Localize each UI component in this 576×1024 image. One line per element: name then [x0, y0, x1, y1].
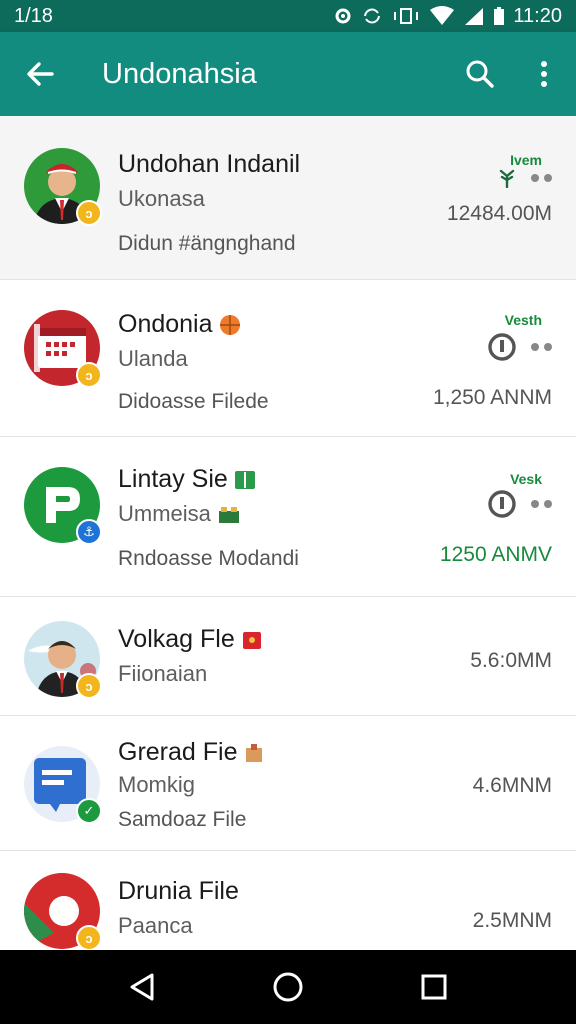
status-badge: ⚓ — [76, 519, 102, 545]
avatar: ✓ — [24, 746, 102, 824]
item-size: 12484.00M — [446, 202, 552, 225]
wifi-icon — [430, 6, 455, 25]
item-size: 2.5MNM — [472, 909, 552, 932]
status-icons: 11:20 — [333, 5, 562, 28]
avatar: ↄ — [24, 873, 102, 951]
box-icon — [246, 743, 263, 762]
status-badge: ↄ — [76, 673, 102, 699]
item-subtitle: Ulanda — [118, 346, 188, 371]
triangle-back-icon[interactable] — [128, 972, 156, 1002]
item-tag: Vesk — [510, 471, 542, 487]
page-title: Undonahsia — [102, 57, 257, 90]
status-badge: ↄ — [76, 362, 102, 388]
avatar: ⚓ — [24, 467, 102, 545]
circle-home-icon[interactable] — [272, 971, 304, 1003]
status-badge: ✓ — [76, 798, 102, 824]
item-meta: Samdoaz File — [118, 808, 247, 831]
list-item[interactable]: ✓ Grerad Fie Momkig Samdoaz File 4.6MNM — [0, 716, 576, 851]
avatar: ↄ — [24, 148, 102, 226]
file-list: ↄ Undohan Indanil Ukonasa Didun #ängngha… — [0, 116, 576, 951]
item-actions — [497, 168, 552, 188]
item-name: Drunia File — [118, 877, 239, 905]
item-actions — [487, 489, 552, 519]
status-time-left: 1/18 — [14, 4, 53, 27]
back-button[interactable] — [0, 32, 80, 116]
red-envelope-icon — [242, 631, 261, 649]
more-dots-icon[interactable] — [531, 500, 552, 508]
vibrate-icon — [394, 8, 419, 24]
status-bar: 1/18 11:20 — [0, 0, 576, 32]
item-name: Ondonia — [118, 310, 241, 339]
more-dots-icon[interactable] — [531, 343, 552, 351]
item-name-text: Grerad Fie — [118, 738, 238, 766]
item-size: 4.6MNM — [472, 774, 552, 797]
gift-icon — [218, 507, 239, 523]
more-vert-icon — [541, 61, 547, 87]
item-name: Volkag Fle — [118, 625, 263, 654]
list-item[interactable]: ↄ Undohan Indanil Ukonasa Didun #ängngha… — [0, 116, 576, 280]
item-meta: Didoasse Filede — [118, 390, 269, 413]
settings-icon — [335, 8, 351, 24]
item-subtitle: Ummeisa — [118, 501, 241, 527]
item-size: 1,250 ANNM — [432, 386, 552, 409]
list-item[interactable]: ↄ Volkag Fle Fiionaian 5.6:0MM — [0, 597, 576, 716]
item-subtitle: Paanca — [118, 913, 193, 938]
list-item[interactable]: ↄ Drunia File Paanca 2.5MNM — [0, 851, 576, 951]
item-name: Lintay Sie — [118, 465, 256, 494]
item-name-text: Lintay Sie — [118, 465, 228, 493]
app-bar: Undonahsia — [0, 32, 576, 116]
item-actions — [487, 332, 552, 362]
more-options-button[interactable] — [512, 32, 576, 116]
item-tag: Ivem — [510, 152, 542, 168]
info-circle-icon[interactable] — [487, 332, 517, 362]
item-size: 5.6:0MM — [470, 649, 552, 672]
plant-icon[interactable] — [497, 168, 517, 188]
navigation-bar — [0, 950, 576, 1024]
status-badge: ↄ — [76, 200, 102, 226]
item-name: Grerad Fie — [118, 738, 265, 767]
basketball-icon — [219, 314, 240, 335]
list-item[interactable]: ↄ Ondonia Ulanda Didoasse Filede Vesth 1… — [0, 280, 576, 437]
status-badge: ↄ — [76, 925, 102, 951]
battery-icon — [494, 7, 505, 25]
signal-icon — [465, 8, 484, 25]
item-subtitle-text: Ummeisa — [118, 501, 211, 526]
avatar: ↄ — [24, 310, 102, 388]
search-icon — [466, 60, 494, 88]
item-subtitle: Momkig — [118, 772, 196, 797]
item-name-text: Ondonia — [118, 310, 213, 338]
avatar: ↄ — [24, 621, 102, 699]
item-name: Undohan Indanil — [118, 150, 300, 179]
item-subtitle: Ukonasa — [118, 186, 205, 211]
item-meta: Rndoasse Modandi — [118, 547, 299, 570]
item-name-text: Undohan Indanil — [118, 150, 301, 178]
more-dots-icon[interactable] — [531, 174, 552, 182]
sync-icon — [364, 8, 381, 24]
list-item[interactable]: ⚓ Lintay Sie Ummeisa Rndoasse Modandi Ve… — [0, 437, 576, 597]
item-meta: Didun #ängnghand — [118, 232, 296, 255]
book-icon — [234, 470, 255, 489]
square-recents-icon[interactable] — [420, 973, 448, 1001]
item-name-text: Volkag Fle — [118, 625, 235, 653]
search-button[interactable] — [448, 32, 512, 116]
item-tag: Vesth — [504, 312, 542, 328]
item-size: 1250 ANMV — [439, 543, 552, 566]
info-circle-icon[interactable] — [487, 489, 517, 519]
arrow-left-icon — [27, 62, 54, 86]
item-subtitle: Fiionaian — [118, 661, 208, 686]
status-time-right: 11:20 — [513, 4, 562, 27]
